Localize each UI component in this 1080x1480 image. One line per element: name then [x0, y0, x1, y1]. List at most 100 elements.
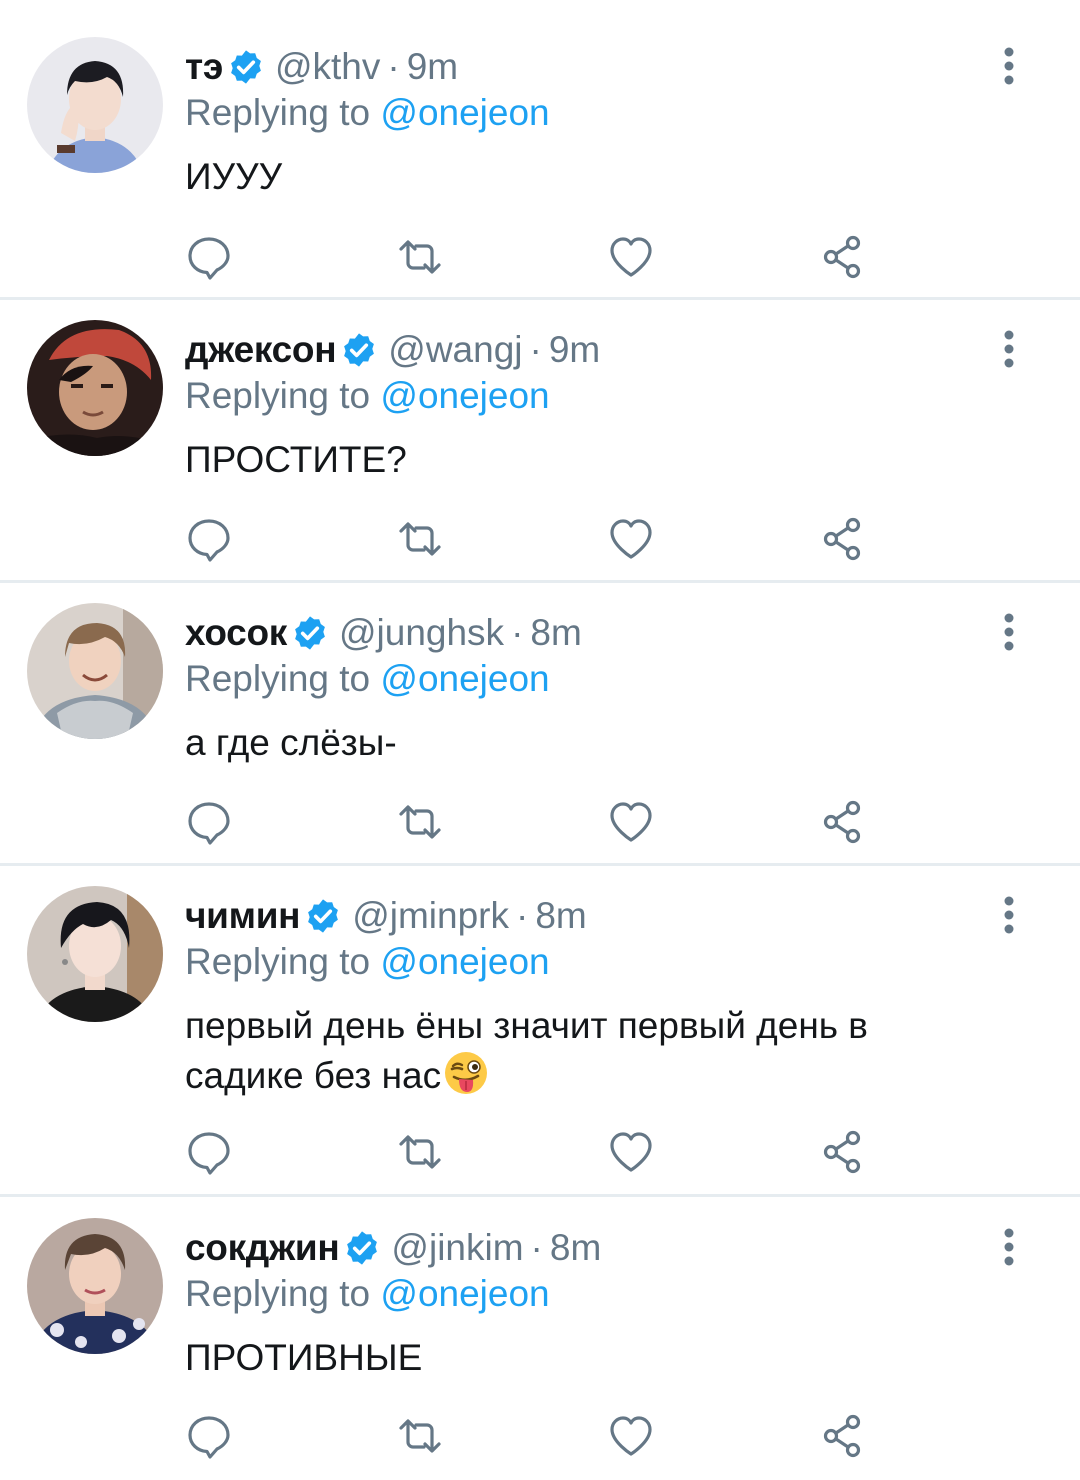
like-button[interactable]: [607, 515, 655, 563]
more-vertical-icon[interactable]: [996, 895, 1022, 935]
avatar[interactable]: [27, 37, 163, 173]
separator: ·: [516, 895, 529, 936]
separator: ·: [530, 1227, 543, 1268]
reply-button[interactable]: [185, 515, 233, 563]
retweet-button[interactable]: [396, 233, 444, 281]
avatar[interactable]: [27, 886, 163, 1022]
tweet-header: чимин @jminprk · 8m: [185, 891, 587, 941]
reply-bubble-icon: [188, 1416, 230, 1459]
like-button[interactable]: [607, 1128, 655, 1176]
verified-badge-icon: [295, 616, 325, 650]
share-icon: [823, 1130, 861, 1174]
avatar-image: [27, 1218, 163, 1354]
reply-bubble-icon: [188, 1132, 230, 1175]
share-button[interactable]: [819, 515, 867, 563]
tweet-header: тэ @kthv · 9m: [185, 42, 458, 92]
tweet[interactable]: тэ @kthv · 9m Replying to @onejeon ИУУУ: [0, 0, 1080, 297]
timestamp[interactable]: 8m: [550, 1227, 601, 1269]
replying-prefix: Replying to: [185, 1273, 371, 1314]
replying-prefix: Replying to: [185, 941, 371, 982]
share-icon: [823, 1414, 861, 1458]
avatar[interactable]: [27, 1218, 163, 1354]
tweet[interactable]: сокджин @jinkim · 8m Replying to @onejeo…: [0, 1197, 1080, 1480]
share-button[interactable]: [819, 233, 867, 281]
display-name[interactable]: джексон: [185, 329, 337, 371]
verified-badge-icon: [347, 1231, 378, 1265]
share-button[interactable]: [819, 798, 867, 846]
retweet-icon: [399, 1135, 441, 1169]
tweet-text: ПРОТИВНЫЕ: [185, 1337, 423, 1378]
mention-link[interactable]: @onejeon: [380, 375, 549, 416]
avatar-image: [27, 320, 163, 456]
mention-link[interactable]: @onejeon: [380, 92, 549, 133]
reply-button[interactable]: [185, 1128, 233, 1176]
heart-icon: [610, 1416, 652, 1456]
replying-to: Replying to @onejeon: [185, 658, 550, 700]
retweet-button[interactable]: [396, 1128, 444, 1176]
retweet-button[interactable]: [396, 1412, 444, 1460]
tweet-text: ПРОСТИТЕ?: [185, 439, 407, 480]
more-vertical-icon[interactable]: [996, 612, 1022, 652]
tweet-actions: [185, 1412, 885, 1460]
user-handle[interactable]: @kthv: [275, 46, 380, 88]
emoji-text: 😜: [489, 1050, 490, 1051]
like-button[interactable]: [607, 798, 655, 846]
more-vertical-icon[interactable]: [996, 329, 1022, 369]
heart-icon: [610, 1132, 652, 1172]
replying-to: Replying to @onejeon: [185, 375, 550, 417]
display-name[interactable]: хосок: [185, 612, 287, 654]
like-button[interactable]: [607, 1412, 655, 1460]
reply-bubble-icon: [188, 802, 230, 845]
retweet-button[interactable]: [396, 515, 444, 563]
heart-icon: [610, 802, 652, 842]
tweet-header: сокджин @jinkim · 8m: [185, 1223, 601, 1273]
reply-button[interactable]: [185, 798, 233, 846]
replying-to: Replying to @onejeon: [185, 1273, 550, 1315]
replying-prefix: Replying to: [185, 375, 371, 416]
timestamp[interactable]: 8m: [530, 612, 581, 654]
share-button[interactable]: [819, 1128, 867, 1176]
reply-button[interactable]: [185, 233, 233, 281]
timestamp[interactable]: 9m: [549, 329, 600, 371]
separator: ·: [529, 329, 542, 370]
tweet-text-fragment: садике без нас: [185, 1055, 442, 1096]
user-handle[interactable]: @jminprk: [352, 895, 509, 937]
separator: ·: [511, 612, 524, 653]
retweet-icon: [399, 240, 441, 274]
replying-to: Replying to @onejeon: [185, 92, 550, 134]
display-name[interactable]: тэ: [185, 46, 223, 88]
verified-badge-icon: [308, 899, 339, 933]
display-name[interactable]: сокджин: [185, 1227, 340, 1269]
tweet[interactable]: джексон @wangj · 9m Replying to @onejeon…: [0, 300, 1080, 580]
tweet[interactable]: чимин @jminprk · 8m Replying to @onejeon…: [0, 866, 1080, 1194]
more-vertical-icon[interactable]: [996, 46, 1022, 86]
mention-link[interactable]: @onejeon: [380, 1273, 549, 1314]
share-button[interactable]: [819, 1412, 867, 1460]
tweet-actions: [185, 233, 885, 281]
replying-prefix: Replying to: [185, 658, 371, 699]
like-button[interactable]: [607, 233, 655, 281]
retweet-button[interactable]: [396, 798, 444, 846]
tweet[interactable]: хосок @junghsk · 8m Replying to @onejeon…: [0, 583, 1080, 863]
user-handle[interactable]: @junghsk: [339, 612, 504, 654]
avatar[interactable]: [27, 603, 163, 739]
replying-to: Replying to @onejeon: [185, 941, 550, 983]
reply-bubble-icon: [188, 519, 230, 562]
reply-button[interactable]: [185, 1412, 233, 1460]
tweet-actions: [185, 798, 885, 846]
avatar[interactable]: [27, 320, 163, 456]
mention-link[interactable]: @onejeon: [380, 658, 549, 699]
verified-badge-icon: [344, 333, 375, 367]
user-handle[interactable]: @wangj: [388, 329, 522, 371]
timestamp[interactable]: 9m: [407, 46, 458, 88]
more-vertical-icon[interactable]: [996, 1227, 1022, 1267]
tweet-text: ИУУУ: [185, 156, 283, 197]
display-name[interactable]: чимин: [185, 895, 301, 937]
tweet-text: первый день ёны значит первый день в сад…: [185, 1001, 985, 1100]
user-handle[interactable]: @jinkim: [391, 1227, 523, 1269]
share-icon: [823, 517, 861, 561]
timestamp[interactable]: 8m: [535, 895, 586, 937]
replying-prefix: Replying to: [185, 92, 371, 133]
heart-icon: [610, 519, 652, 559]
mention-link[interactable]: @onejeon: [380, 941, 549, 982]
